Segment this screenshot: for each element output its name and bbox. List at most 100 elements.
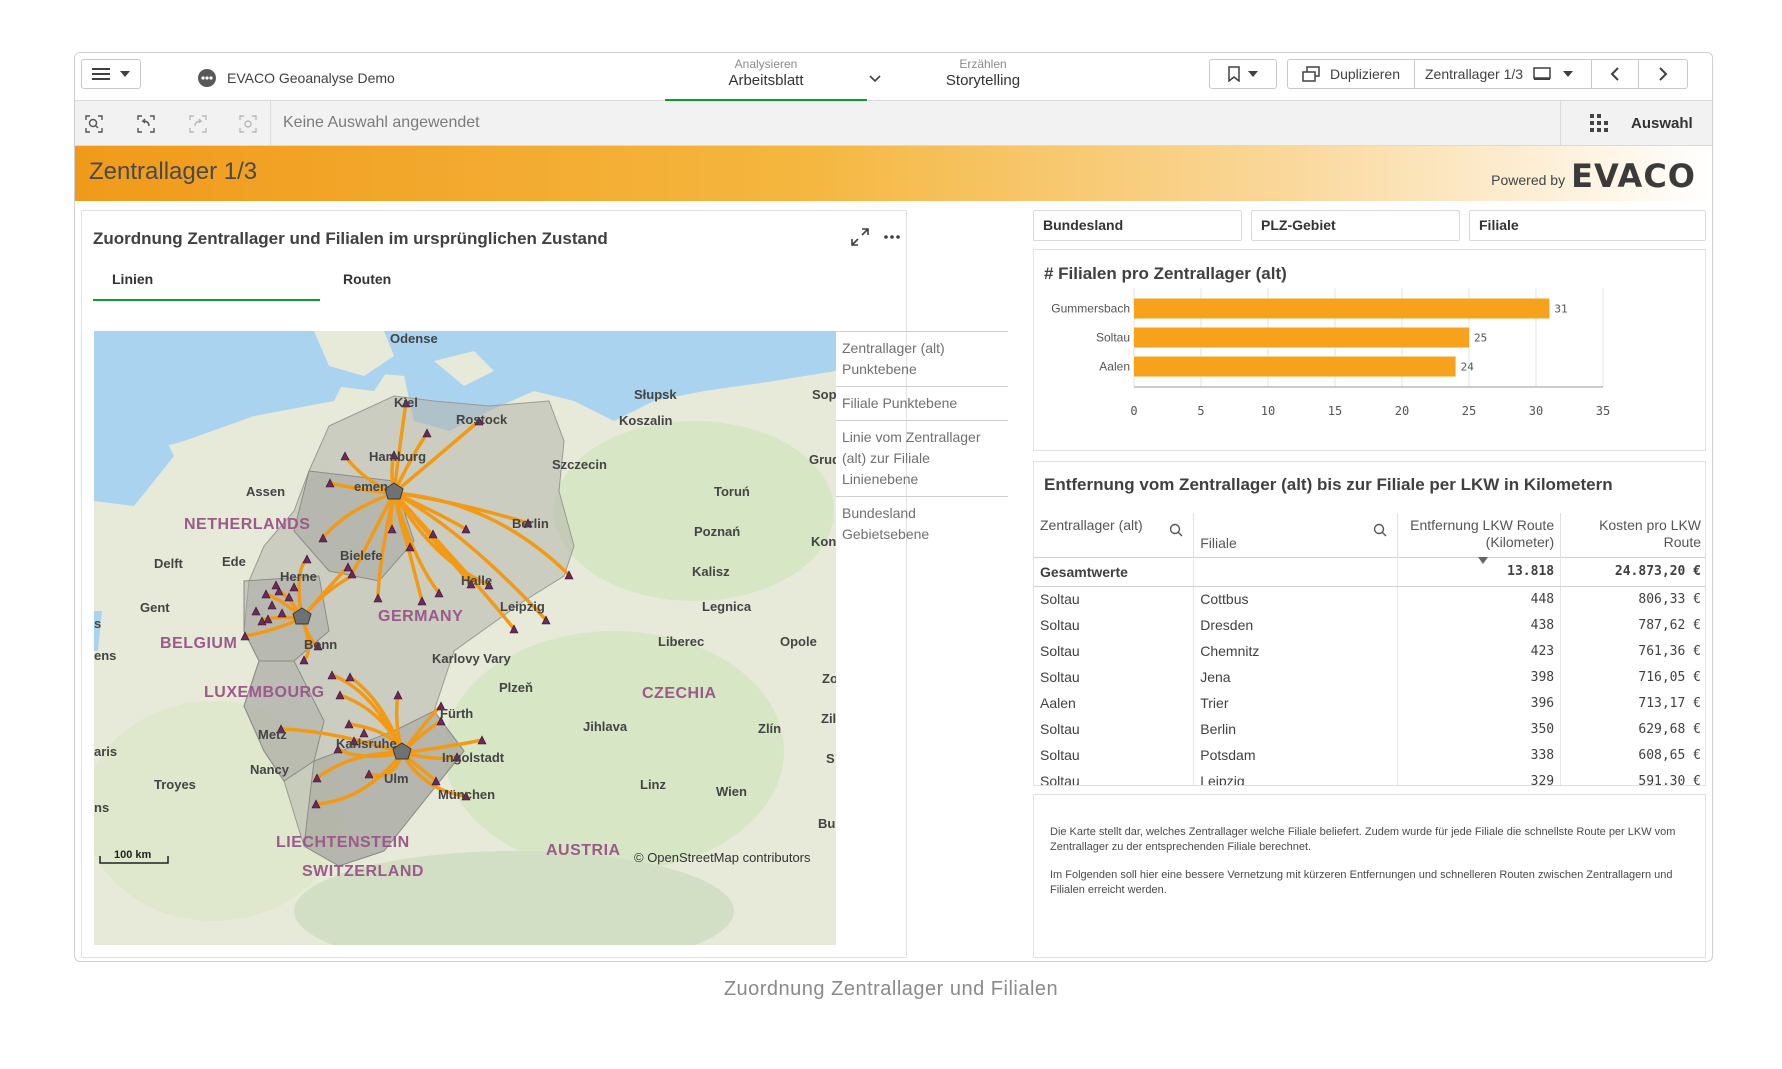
cell-filiale[interactable]: Trier xyxy=(1193,690,1399,716)
cell-lager[interactable]: Soltau xyxy=(1034,716,1195,742)
map-label: Ede xyxy=(222,554,246,569)
cell-filiale[interactable]: Potsdam xyxy=(1193,742,1399,768)
cell-cost[interactable]: 787,62 € xyxy=(1561,612,1705,638)
table-row[interactable]: Soltau Leipzig 329 591,30 € xyxy=(1034,768,1705,786)
cell-distance[interactable]: 448 xyxy=(1397,586,1562,612)
table-row[interactable]: Soltau Dresden 438 787,62 € xyxy=(1034,612,1705,638)
next-sheet-button[interactable] xyxy=(1638,59,1688,89)
cell-cost[interactable]: 716,05 € xyxy=(1561,664,1705,690)
cell-distance[interactable]: 423 xyxy=(1397,638,1562,664)
cell-distance[interactable]: 398 xyxy=(1397,664,1562,690)
chevron-right-icon xyxy=(1658,67,1668,81)
cell-lager[interactable]: Soltau xyxy=(1034,664,1195,690)
distance-table-panel: Entfernung vom Zentrallager (alt) bis zu… xyxy=(1033,461,1706,786)
totals-empty xyxy=(1193,556,1399,587)
duplicate-button[interactable]: Duplizieren xyxy=(1287,59,1415,89)
bar[interactable] xyxy=(1134,298,1550,319)
map-label: Odense xyxy=(390,331,438,346)
sheet-chevron-down-icon[interactable] xyxy=(869,75,881,83)
legend-item-line-layer[interactable]: Linie vom Zentrallager (alt) zur Filiale… xyxy=(836,420,1008,496)
cell-filiale[interactable]: Leipzig xyxy=(1193,768,1399,785)
clear-selections-icon xyxy=(238,114,258,134)
map-label: Ulm xyxy=(384,771,409,786)
cell-filiale[interactable]: Chemnitz xyxy=(1193,638,1399,664)
column-header-distance[interactable]: Entfernung LKW Route (Kilometer) xyxy=(1397,513,1562,564)
cell-cost[interactable]: 761,36 € xyxy=(1561,638,1705,664)
cell-cost[interactable]: 806,33 € xyxy=(1561,586,1705,612)
cell-distance[interactable]: 338 xyxy=(1397,742,1562,768)
filter-bundesland[interactable]: Bundesland xyxy=(1033,210,1242,241)
sheet-selector-label: Zentrallager 1/3 xyxy=(1425,66,1524,82)
bookmark-button[interactable] xyxy=(1209,59,1277,89)
legend-item-store-layer[interactable]: Filiale Punktebene xyxy=(836,386,1008,420)
expand-icon[interactable] xyxy=(850,227,870,247)
table-row[interactable]: Soltau Chemnitz 423 761,36 € xyxy=(1034,638,1705,664)
table-row[interactable]: Soltau Jena 398 716,05 € xyxy=(1034,664,1705,690)
cell-cost[interactable]: 713,17 € xyxy=(1561,690,1705,716)
bookmark-icon xyxy=(1228,66,1240,82)
legend-item-warehouse-layer[interactable]: Zentrallager (alt) Punktebene xyxy=(836,331,1008,386)
legend-item-state-layer[interactable]: Bundesland Gebietsebene xyxy=(836,496,1008,551)
bar[interactable] xyxy=(1134,327,1469,348)
cell-cost[interactable]: 608,65 € xyxy=(1561,742,1705,768)
selections-tool-button[interactable]: Auswahl xyxy=(1589,113,1693,133)
previous-sheet-button[interactable] xyxy=(1591,59,1639,89)
map-attribution[interactable]: © OpenStreetMap contributors xyxy=(634,850,811,865)
tab-analysieren[interactable]: Analysieren Arbeitsblatt xyxy=(665,57,867,101)
cell-lager[interactable]: Soltau xyxy=(1034,586,1195,612)
tab-routen[interactable]: Routen xyxy=(343,271,391,287)
bar[interactable] xyxy=(1134,356,1456,377)
cell-distance[interactable]: 350 xyxy=(1397,716,1562,742)
cell-lager[interactable]: Soltau xyxy=(1034,742,1195,768)
navigation-menu-button[interactable] xyxy=(81,59,141,89)
table-row[interactable]: Soltau Cottbus 448 806,33 € xyxy=(1034,586,1705,612)
map-label: Szczecin xyxy=(552,457,607,472)
cell-lager[interactable]: Soltau xyxy=(1034,612,1195,638)
search-icon[interactable] xyxy=(1373,523,1387,537)
map-label: Zil xyxy=(821,711,836,726)
column-header-lager[interactable]: Zentrallager (alt) xyxy=(1034,513,1195,557)
cell-distance[interactable]: 438 xyxy=(1397,612,1562,638)
map-label: Liberec xyxy=(658,634,704,649)
table-row[interactable]: Aalen Trier 396 713,17 € xyxy=(1034,690,1705,716)
cell-filiale[interactable]: Berlin xyxy=(1193,716,1399,742)
cell-cost[interactable]: 629,68 € xyxy=(1561,716,1705,742)
step-back-icon[interactable] xyxy=(136,114,156,134)
cell-lager[interactable]: Aalen xyxy=(1034,690,1195,716)
table-row[interactable]: Soltau Potsdam 338 608,65 € xyxy=(1034,742,1705,768)
no-selection-text: Keine Auswahl angewendet xyxy=(283,114,480,131)
smart-search-icon[interactable] xyxy=(84,114,104,134)
column-header-filiale[interactable]: Filiale xyxy=(1193,513,1399,557)
tab-linien[interactable]: Linien xyxy=(112,271,153,287)
cell-lager[interactable]: Soltau xyxy=(1034,638,1195,664)
search-icon[interactable] xyxy=(1169,523,1183,537)
more-options-icon[interactable] xyxy=(882,227,902,247)
filter-filiale[interactable]: Filiale xyxy=(1469,210,1706,241)
map-label: Linz xyxy=(640,777,666,792)
sheet-selector[interactable]: Zentrallager 1/3 xyxy=(1414,59,1592,89)
column-header-cost[interactable]: Kosten pro LKW Route xyxy=(1561,513,1705,557)
map-label: Konin xyxy=(811,534,836,549)
filter-plz-gebiet[interactable]: PLZ-Gebiet xyxy=(1251,210,1460,241)
cell-distance[interactable]: 396 xyxy=(1397,690,1562,716)
cell-filiale[interactable]: Dresden xyxy=(1193,612,1399,638)
caret-down-icon xyxy=(1248,71,1258,77)
selections-grid-icon xyxy=(1589,113,1609,133)
bar-chart[interactable]: 0 5 10 15 20 25 30 35 Gummersbach 31 Soltau 25 Aalen… xyxy=(1034,250,1707,452)
column-header-label: Kosten pro LKW Route xyxy=(1599,517,1701,550)
cell-lager[interactable]: Soltau xyxy=(1034,768,1195,785)
country-label: AUSTRIA xyxy=(546,842,621,859)
powered-by-logo: Powered by EVACO xyxy=(1491,160,1696,192)
map-view[interactable]: Odense Kiel Rostock Słupsk Sop Koszalin … xyxy=(94,331,836,945)
hamburger-icon xyxy=(92,67,110,81)
app-name[interactable]: EVACO Geoanalyse Demo xyxy=(197,68,395,88)
country-label: SWITZERLAND xyxy=(302,863,424,880)
x-tick-label: 30 xyxy=(1529,404,1543,418)
tab-erzaehlen[interactable]: Erzählen Storytelling xyxy=(913,57,1053,89)
table-row[interactable]: Soltau Berlin 350 629,68 € xyxy=(1034,716,1705,742)
cell-distance[interactable]: 329 xyxy=(1397,768,1562,785)
map-label: Sop xyxy=(812,387,836,402)
cell-filiale[interactable]: Jena xyxy=(1193,664,1399,690)
cell-cost[interactable]: 591,30 € xyxy=(1561,768,1705,786)
cell-filiale[interactable]: Cottbus xyxy=(1193,586,1399,612)
